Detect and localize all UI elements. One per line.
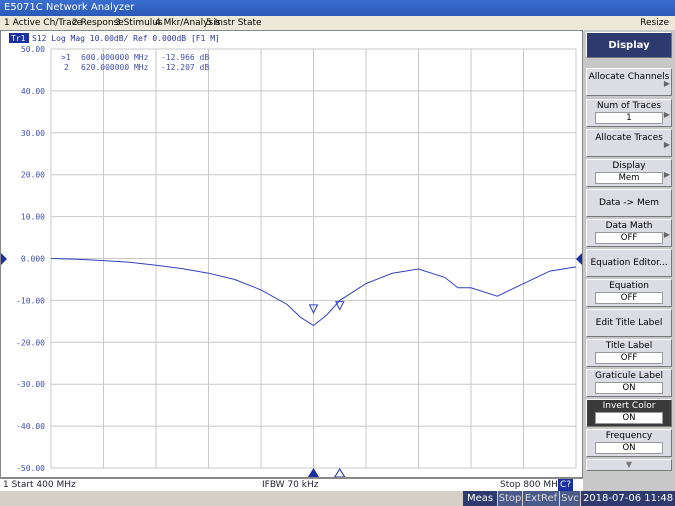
marker-position-icon [333, 468, 346, 478]
trace-chart: 50.00 40.00 30.00 20.00 10.00 0.000 -10.00 -20.… [1, 33, 582, 478]
marker-1-value: -12.966 dB [161, 53, 209, 62]
display-mode-value: Mem [595, 172, 663, 184]
marker-position-icon [307, 468, 320, 478]
equation-label: Equation [609, 281, 649, 291]
stop-indicator: Stop [498, 491, 522, 506]
trace-badge: Tr1 [11, 34, 26, 43]
start-frequency: 1 Start 400 MHz [3, 480, 76, 490]
data-mem-button[interactable]: Data -> Mem [586, 189, 672, 217]
menu-active-ch-trace[interactable]: 1 Active Ch/Trace [4, 16, 82, 30]
scroll-down-button[interactable]: ▼ [586, 459, 672, 471]
y-tick-label: -20.00 [16, 338, 45, 347]
frequency-button[interactable]: Frequency ON [586, 429, 672, 457]
ifbw: IFBW 70 kHz [262, 480, 319, 490]
marker-1-freq: 600.000000 MHz [81, 53, 149, 62]
extref-indicator: ExtRef [523, 491, 559, 506]
y-tick-label: 10.00 [21, 213, 45, 222]
status-bar: 1 Start 400 MHz IFBW 70 kHz Stop 800 MHz… [0, 478, 583, 492]
plot-area: 50.00 40.00 30.00 20.00 10.00 0.000 -10.00 -20.… [0, 30, 583, 478]
equation-value: OFF [595, 292, 663, 304]
title-bar: E5071C Network Analyzer [0, 0, 675, 16]
chevron-right-icon: ▶ [663, 79, 670, 89]
equation-button[interactable]: Equation OFF [586, 279, 672, 307]
ref-left-arrow-icon [1, 253, 7, 265]
graticule-label-value: ON [595, 382, 663, 394]
graticule-label-label: Graticule Label [594, 371, 664, 381]
softkey-header: Display [586, 32, 672, 58]
title-label-label: Title Label [605, 341, 653, 351]
frequency-label: Frequency [605, 431, 653, 441]
data-math-value: OFF [595, 232, 663, 244]
allocate-channels-button[interactable]: Allocate Channels ▶ [586, 68, 672, 96]
marker-2-freq: 620.000000 MHz [81, 63, 149, 72]
y-tick-label: -50.00 [16, 464, 45, 473]
y-tick-label: 0.000 [21, 255, 45, 264]
menu-instr-state[interactable]: 5 Instr State [206, 16, 262, 30]
allocate-traces-label: Allocate Traces [595, 133, 663, 143]
num-traces-value: 1 [595, 112, 663, 124]
graticule-label-button[interactable]: Graticule Label ON [586, 369, 672, 397]
marker-2-id: 2 [64, 63, 69, 72]
display-mode-label: Display [612, 161, 646, 171]
meas-indicator: Meas [463, 491, 497, 506]
num-traces-button[interactable]: Num of Traces 1 ▶ [586, 99, 672, 127]
allocate-traces-button[interactable]: Allocate Traces ▶ [586, 129, 672, 157]
window-title: E5071C Network Analyzer [4, 2, 135, 13]
y-tick-label: -30.00 [16, 380, 45, 389]
data-math-label: Data Math [605, 221, 653, 231]
chevron-right-icon: ▶ [663, 140, 670, 150]
datetime: 2018-07-06 11:48 [581, 491, 675, 506]
resize-button[interactable]: Resize [640, 16, 669, 30]
display-mode-button[interactable]: Display Mem ▶ [586, 159, 672, 187]
frequency-value: ON [595, 442, 663, 454]
invert-color-button[interactable]: Invert Color ON [586, 399, 672, 427]
chevron-down-icon: ▼ [625, 460, 633, 469]
y-tick-label: -40.00 [16, 422, 45, 431]
y-tick-label: 50.00 [21, 45, 45, 54]
title-label-button[interactable]: Title Label OFF [586, 339, 672, 367]
y-tick-label: 30.00 [21, 129, 45, 138]
y-tick-label: -10.00 [16, 296, 45, 305]
chevron-right-icon: ▶ [663, 230, 670, 240]
cal-status-badge: C? [558, 479, 574, 491]
stop-frequency: Stop 800 MHz [500, 480, 563, 490]
data-math-button[interactable]: Data Math OFF ▶ [586, 219, 672, 247]
chevron-right-icon: ▶ [663, 170, 670, 180]
softkey-panel: Display Allocate Channels ▶ Num of Traces… [583, 30, 675, 491]
y-tick-label: 20.00 [21, 171, 45, 180]
edit-title-label-button[interactable]: Edit Title Label [586, 309, 672, 337]
trace-header-text: S12 Log Mag 10.00dB/ Ref 0.000dB [F1 M] [32, 34, 220, 43]
svc-indicator: Svc [560, 491, 580, 506]
invert-color-label: Invert Color [602, 401, 656, 411]
y-tick-label: 40.00 [21, 87, 45, 96]
marker-2-value: -12.207 dB [161, 63, 209, 72]
marker-1-id: >1 [61, 53, 71, 62]
num-traces-label: Num of Traces [596, 101, 662, 111]
title-label-value: OFF [595, 352, 663, 364]
menu-bar: 1 Active Ch/Trace 2 Response 3 Stimulus … [0, 16, 675, 30]
allocate-channels-label: Allocate Channels [588, 72, 670, 82]
equation-editor-button[interactable]: Equation Editor... [586, 249, 672, 277]
invert-color-value: ON [595, 412, 663, 424]
chevron-right-icon: ▶ [663, 110, 670, 120]
ref-right-arrow-icon [576, 253, 582, 265]
footer-bar: Meas Stop ExtRef Svc 2018-07-06 11:48 [0, 491, 675, 506]
